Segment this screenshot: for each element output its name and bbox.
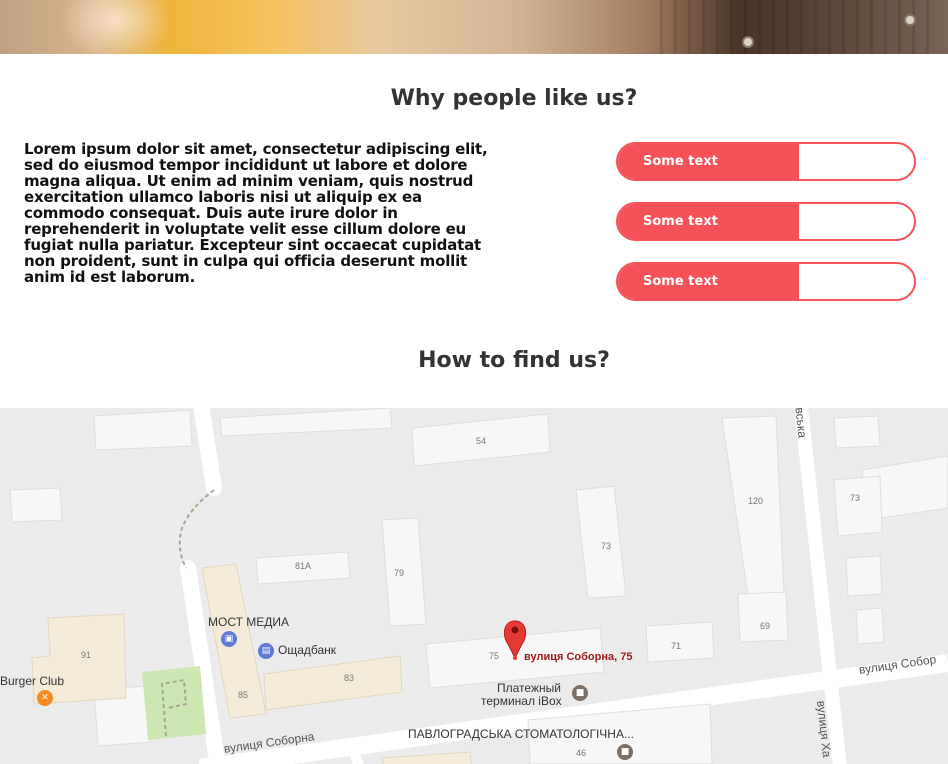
street-label-top: івська	[792, 408, 810, 439]
building-number: 69	[760, 621, 771, 631]
hero-highlight	[60, 0, 170, 54]
building-number: 120	[748, 496, 764, 506]
restaurant-icon[interactable]: ✕	[37, 690, 53, 706]
skill-bar-label: Some text	[643, 154, 718, 169]
poi-ibox-label-line1[interactable]: Платежный	[497, 681, 561, 695]
marker-address-label: вулиця Соборна, 75	[524, 651, 633, 663]
building-number: 73	[850, 493, 861, 503]
hero-rivet	[904, 14, 916, 26]
building-number: 85	[238, 690, 249, 700]
poi-burger-club-label[interactable]: Burger Club	[0, 674, 64, 688]
skill-bar: Some text	[616, 142, 916, 181]
map-canvas[interactable]	[0, 408, 948, 764]
building-number: 46	[576, 748, 587, 758]
store-icon[interactable]: ■	[617, 744, 633, 760]
building-number: 73	[601, 541, 612, 551]
hero-jacket-texture	[660, 0, 940, 54]
store-icon[interactable]: ■	[572, 685, 588, 701]
building-number: 71	[671, 641, 682, 651]
map-widget[interactable]: 54 120 73 73 81A 79 69 71 91 85 83 75 46…	[0, 408, 948, 764]
building-number: 91	[81, 650, 92, 660]
skill-bar: Some text	[616, 262, 916, 301]
building-number: 83	[344, 673, 355, 683]
building-number: 75	[489, 651, 500, 661]
poi-stomatology-label[interactable]: ПАВЛОГРАДСЬКА СТОМАТОЛОГІЧНА...	[408, 727, 634, 741]
shopping-bag-icon[interactable]: ▣	[221, 631, 237, 647]
building-number: 79	[394, 568, 405, 578]
poi-ibox-label-line2[interactable]: терминал iBox	[481, 694, 562, 708]
building-number: 54	[476, 436, 487, 446]
poi-oshchadbank-label[interactable]: Ощадбанк	[278, 643, 336, 657]
bank-icon[interactable]: ▤	[258, 643, 274, 659]
how-title: How to find us?	[418, 348, 610, 373]
skill-bar-label: Some text	[643, 214, 718, 229]
skill-bar-label: Some text	[643, 274, 718, 289]
hero-rivet	[742, 36, 754, 48]
why-text: Lorem ipsum dolor sit amet, consectetur …	[24, 140, 488, 286]
why-title: Why people like us?	[390, 86, 638, 111]
poi-most-media-label[interactable]: МОСТ МЕДИА	[208, 615, 289, 629]
building-number: 81A	[295, 561, 312, 571]
skill-bar: Some text	[616, 202, 916, 241]
hero-banner-image	[0, 0, 948, 54]
